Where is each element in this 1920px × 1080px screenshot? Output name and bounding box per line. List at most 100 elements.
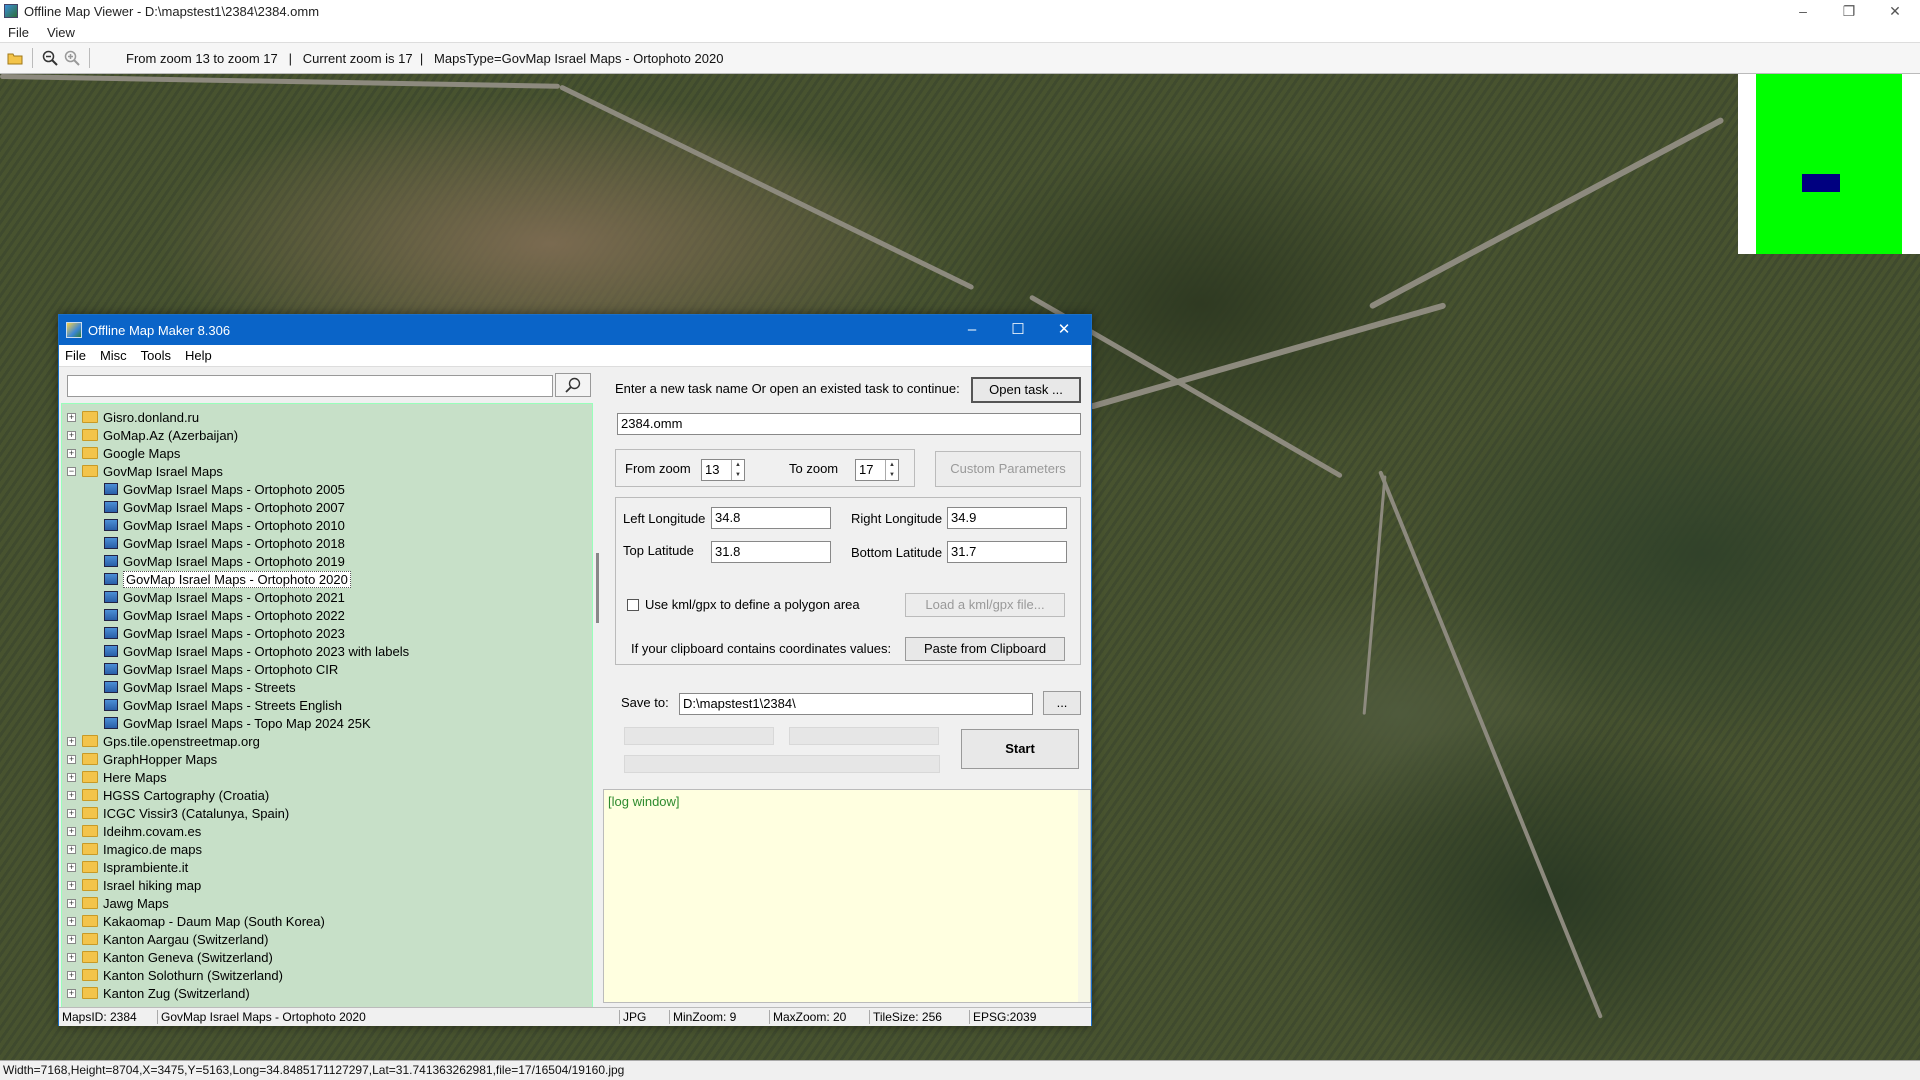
expand-icon[interactable]: + bbox=[67, 826, 76, 836]
log-scrollbar[interactable] bbox=[1078, 790, 1090, 1002]
tree-scrollbar-thumb[interactable] bbox=[596, 553, 599, 623]
start-button[interactable]: Start bbox=[961, 729, 1079, 769]
menu-file[interactable]: File bbox=[8, 25, 29, 40]
expand-icon[interactable]: + bbox=[67, 862, 76, 872]
custom-parameters-button[interactable]: Custom Parameters bbox=[935, 451, 1081, 487]
expand-icon[interactable]: + bbox=[67, 772, 76, 782]
tree-item-label: Kanton Solothurn (Switzerland) bbox=[103, 967, 283, 983]
map-road bbox=[1378, 470, 1603, 1019]
stepper-arrows-icon[interactable]: ▲ ▼ bbox=[885, 460, 898, 480]
tree-folder-item[interactable]: + Israel hiking map bbox=[62, 876, 592, 894]
tree-map-item[interactable]: GovMap Israel Maps - Ortophoto 2022 bbox=[62, 606, 592, 624]
search-button[interactable] bbox=[555, 373, 591, 397]
restore-icon[interactable]: ❐ bbox=[1826, 0, 1872, 22]
from-zoom-stepper[interactable]: 13 ▲ ▼ bbox=[701, 459, 745, 481]
expand-icon[interactable]: + bbox=[67, 430, 76, 440]
paste-from-clipboard-button[interactable]: Paste from Clipboard bbox=[905, 637, 1065, 661]
tree-map-item[interactable]: GovMap Israel Maps - Ortophoto 2023 with… bbox=[62, 642, 592, 660]
expand-icon[interactable]: + bbox=[67, 952, 76, 962]
tree-map-item[interactable]: GovMap Israel Maps - Ortophoto CIR bbox=[62, 660, 592, 678]
tree-folder-item[interactable]: + Ideihm.covam.es bbox=[62, 822, 592, 840]
expand-icon[interactable]: + bbox=[67, 808, 76, 818]
dialog-menu-tools[interactable]: Tools bbox=[141, 348, 171, 363]
tree-map-item[interactable]: GovMap Israel Maps - Topo Map 2024 25K bbox=[62, 714, 592, 732]
tree-map-item[interactable]: GovMap Israel Maps - Ortophoto 2019 bbox=[62, 552, 592, 570]
open-folder-icon[interactable] bbox=[4, 47, 26, 69]
close-icon[interactable]: ✕ bbox=[1872, 0, 1918, 22]
save-to-input[interactable]: D:\mapstest1\2384\ bbox=[679, 693, 1033, 715]
to-zoom-stepper[interactable]: 17 ▲ ▼ bbox=[855, 459, 899, 481]
tree-map-item[interactable]: GovMap Israel Maps - Ortophoto 2005 bbox=[62, 480, 592, 498]
map-source-tree[interactable]: + Gisro.donland.ru + GoMap.Az (Azerbaijan) +… bbox=[61, 403, 593, 1009]
overview-minimap[interactable] bbox=[1738, 74, 1920, 254]
tree-folder-item[interactable]: + Google Maps bbox=[62, 444, 592, 462]
tree-map-item[interactable]: GovMap Israel Maps - Ortophoto 2021 bbox=[62, 588, 592, 606]
expand-icon[interactable]: + bbox=[67, 988, 76, 998]
tree-folder-item[interactable]: − GovMap Israel Maps bbox=[62, 462, 592, 480]
dialog-minimize-icon[interactable]: – bbox=[949, 315, 995, 345]
tree-folder-item[interactable]: + HGSS Cartography (Croatia) bbox=[62, 786, 592, 804]
stepper-arrows-icon[interactable]: ▲ ▼ bbox=[731, 460, 744, 480]
load-kml-button[interactable]: Load a kml/gpx file... bbox=[905, 593, 1065, 617]
zoom-out-icon[interactable] bbox=[39, 47, 61, 69]
tree-item-label: Here Maps bbox=[103, 769, 167, 785]
browse-button[interactable]: ... bbox=[1043, 691, 1081, 715]
tree-folder-item[interactable]: + Jawg Maps bbox=[62, 894, 592, 912]
tree-folder-item[interactable]: + GraphHopper Maps bbox=[62, 750, 592, 768]
dialog-close-icon[interactable]: ✕ bbox=[1041, 315, 1087, 345]
expand-icon[interactable]: + bbox=[67, 880, 76, 890]
progress-bar-2 bbox=[789, 727, 939, 745]
expand-icon[interactable]: + bbox=[67, 898, 76, 908]
dialog-menu-misc[interactable]: Misc bbox=[100, 348, 127, 363]
tree-item-label: GovMap Israel Maps - Ortophoto 2007 bbox=[123, 499, 345, 515]
expand-icon[interactable]: + bbox=[67, 754, 76, 764]
tree-map-item[interactable]: GovMap Israel Maps - Ortophoto 2007 bbox=[62, 498, 592, 516]
expand-icon[interactable]: + bbox=[67, 412, 76, 422]
map-search-input[interactable] bbox=[67, 375, 553, 397]
task-name-input[interactable]: 2384.omm bbox=[617, 413, 1081, 435]
menu-view[interactable]: View bbox=[47, 25, 75, 40]
tree-map-item[interactable]: GovMap Israel Maps - Ortophoto 2018 bbox=[62, 534, 592, 552]
left-longitude-input[interactable]: 34.8 bbox=[711, 507, 831, 529]
minimap-viewport-indicator[interactable] bbox=[1802, 174, 1840, 192]
tree-folder-item[interactable]: + GoMap.Az (Azerbaijan) bbox=[62, 426, 592, 444]
bottom-latitude-input[interactable]: 31.7 bbox=[947, 541, 1067, 563]
tree-folder-item[interactable]: + Kanton Geneva (Switzerland) bbox=[62, 948, 592, 966]
tree-folder-item[interactable]: + Isprambiente.it bbox=[62, 858, 592, 876]
expand-icon[interactable]: + bbox=[67, 736, 76, 746]
expand-icon[interactable]: + bbox=[67, 934, 76, 944]
tree-folder-item[interactable]: + Kanton Solothurn (Switzerland) bbox=[62, 966, 592, 984]
dialog-menu-file[interactable]: File bbox=[65, 348, 86, 363]
tree-folder-item[interactable]: + ICGC Vissir3 (Catalunya, Spain) bbox=[62, 804, 592, 822]
dialog-maximize-icon[interactable]: ☐ bbox=[995, 315, 1041, 345]
expand-icon[interactable]: + bbox=[67, 844, 76, 854]
expand-icon[interactable]: + bbox=[67, 790, 76, 800]
tree-map-item[interactable]: GovMap Israel Maps - Ortophoto 2023 bbox=[62, 624, 592, 642]
tree-folder-item[interactable]: + Imagico.de maps bbox=[62, 840, 592, 858]
use-kml-checkbox[interactable] bbox=[627, 599, 639, 611]
tree-folder-item[interactable]: + Gisro.donland.ru bbox=[62, 408, 592, 426]
tree-folder-item[interactable]: + Kanton Zug (Switzerland) bbox=[62, 984, 592, 1002]
expand-icon[interactable]: + bbox=[67, 916, 76, 926]
tree-map-item[interactable]: GovMap Israel Maps - Ortophoto 2020 bbox=[62, 570, 592, 588]
tree-map-item[interactable]: GovMap Israel Maps - Streets bbox=[62, 678, 592, 696]
task-prompt-label: Enter a new task name Or open an existed… bbox=[615, 381, 960, 396]
tree-item-label: Jawg Maps bbox=[103, 895, 169, 911]
tree-map-item[interactable]: GovMap Israel Maps - Ortophoto 2010 bbox=[62, 516, 592, 534]
top-latitude-input[interactable]: 31.8 bbox=[711, 541, 831, 563]
expand-icon[interactable]: + bbox=[67, 970, 76, 980]
tree-map-item[interactable]: GovMap Israel Maps - Streets English bbox=[62, 696, 592, 714]
tree-folder-item[interactable]: + Kakaomap - Daum Map (South Korea) bbox=[62, 912, 592, 930]
log-window[interactable]: [log window] bbox=[603, 789, 1091, 1003]
tree-folder-item[interactable]: + Gps.tile.openstreetmap.org bbox=[62, 732, 592, 750]
tree-folder-item[interactable]: + Kanton Aargau (Switzerland) bbox=[62, 930, 592, 948]
open-task-button[interactable]: Open task ... bbox=[971, 377, 1081, 403]
tree-scrollbar[interactable] bbox=[593, 403, 603, 1009]
right-longitude-input[interactable]: 34.9 bbox=[947, 507, 1067, 529]
tree-folder-item[interactable]: + Here Maps bbox=[62, 768, 592, 786]
dialog-menu-help[interactable]: Help bbox=[185, 348, 212, 363]
zoom-in-icon[interactable] bbox=[61, 47, 83, 69]
expand-icon[interactable]: + bbox=[67, 448, 76, 458]
collapse-icon[interactable]: − bbox=[67, 466, 76, 476]
minimize-icon[interactable]: – bbox=[1780, 0, 1826, 22]
